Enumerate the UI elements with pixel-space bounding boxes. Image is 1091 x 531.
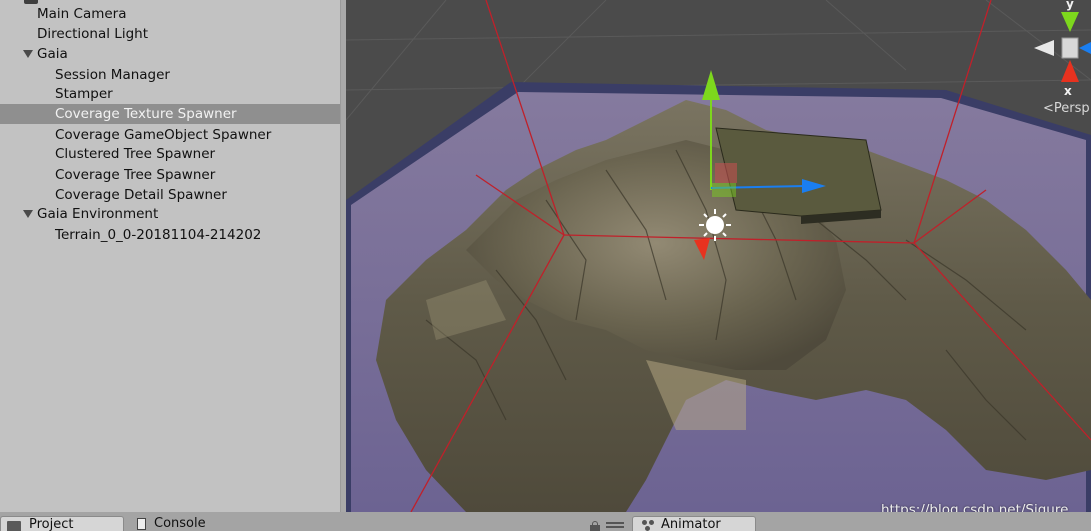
scene-view[interactable]: y x <Persp https://blog.csdn.net/Sigure_	[346, 0, 1091, 512]
hierarchy-item-coverage-detail-spawner[interactable]: Coverage Detail Spawner	[0, 185, 340, 205]
bottom-tab-bar: Project Console Animator	[0, 512, 1091, 531]
tab-label: Project	[29, 517, 74, 531]
tab-project[interactable]: Project	[0, 516, 124, 531]
lock-icon[interactable]	[590, 521, 600, 531]
tab-label: Animator	[661, 517, 721, 531]
hierarchy-panel: Main Camera Directional Light Gaia Sessi…	[0, 0, 341, 512]
expand-arrow-icon[interactable]	[23, 50, 33, 58]
xz-plane-handle-icon	[712, 183, 736, 197]
console-icon	[137, 518, 146, 530]
gizmo-x-label: x	[1064, 84, 1072, 98]
hierarchy-item-label: Main Camera	[37, 6, 127, 22]
tab-console[interactable]: Console	[134, 516, 224, 531]
hierarchy-item-label: Gaia Environment	[37, 206, 159, 222]
unity-editor: Main Camera Directional Light Gaia Sessi…	[0, 0, 1091, 531]
folder-icon	[7, 521, 21, 531]
expand-arrow-icon[interactable]	[23, 210, 33, 218]
hierarchy-item-directional-light[interactable]: Directional Light	[0, 24, 340, 44]
scene-viewport[interactable]	[346, 0, 1091, 512]
hierarchy-item-coverage-texture-spawner[interactable]: Coverage Texture Spawner	[0, 104, 340, 124]
hierarchy-item-main-camera[interactable]: Main Camera	[0, 4, 340, 24]
projection-toggle[interactable]: <Persp	[1043, 101, 1090, 116]
hierarchy-item-label: Terrain_0_0-20181104-214202	[55, 227, 262, 243]
hierarchy-item-label: Session Manager	[55, 67, 170, 83]
hierarchy-item-label: Coverage Detail Spawner	[55, 187, 227, 203]
hierarchy-item-label: Coverage GameObject Spawner	[55, 127, 272, 143]
hierarchy-item-label: Coverage Texture Spawner	[55, 106, 237, 122]
stamper-preview-plate	[715, 127, 882, 217]
watermark-text: https://blog.csdn.net/Sigure_	[881, 502, 1076, 512]
hierarchy-item-coverage-tree-spawner[interactable]: Coverage Tree Spawner	[0, 165, 340, 185]
hierarchy-item-label: Stamper	[55, 86, 113, 102]
hierarchy-item-terrain[interactable]: Terrain_0_0-20181104-214202	[0, 225, 340, 245]
hierarchy-item-label: Coverage Tree Spawner	[55, 167, 216, 183]
hierarchy-item-coverage-gameobject-spawner[interactable]: Coverage GameObject Spawner	[0, 125, 340, 145]
hierarchy-item-label: Gaia	[37, 46, 68, 62]
hierarchy-item-session-manager[interactable]: Session Manager	[0, 65, 340, 85]
hierarchy-item-clustered-tree-spawner[interactable]: Clustered Tree Spawner	[0, 144, 340, 164]
hierarchy-item-label: Directional Light	[37, 26, 148, 42]
hierarchy-item-gaia-environment[interactable]: Gaia Environment	[0, 204, 340, 224]
tab-animator[interactable]: Animator	[632, 516, 756, 531]
gizmo-center-cube-icon	[1061, 37, 1079, 59]
hierarchy-item-stamper[interactable]: Stamper	[0, 84, 340, 104]
tab-label: Console	[154, 516, 206, 531]
animator-icon	[642, 520, 656, 531]
panel-menu-icon[interactable]	[606, 522, 626, 531]
hierarchy-item-gaia[interactable]: Gaia	[0, 44, 340, 64]
gizmo-y-label: y	[1066, 0, 1074, 11]
xy-plane-handle-icon	[715, 163, 737, 183]
hierarchy-item-label: Clustered Tree Spawner	[55, 146, 216, 162]
